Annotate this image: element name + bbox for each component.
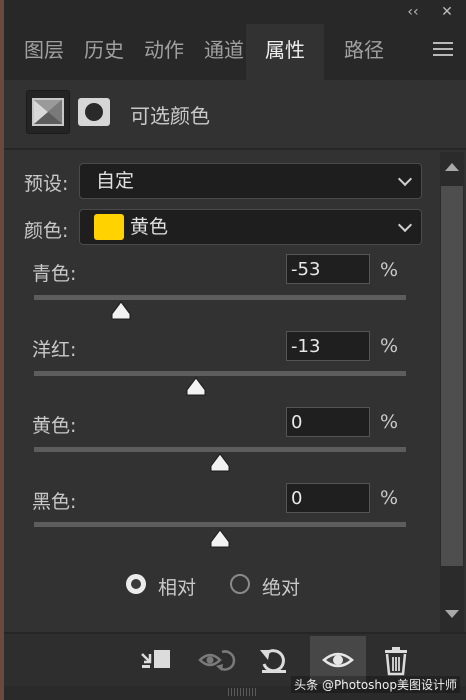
absolute-radio[interactable]: [230, 574, 250, 594]
header-divider: [4, 148, 466, 150]
magenta-label: 洋红:: [32, 339, 77, 361]
magenta-input[interactable]: -13: [286, 331, 370, 361]
percent-sign: %: [380, 487, 399, 509]
yellow-input[interactable]: 0: [286, 407, 370, 437]
collapse-icon[interactable]: ‹‹: [402, 0, 424, 24]
yellow-slider-track[interactable]: [34, 447, 406, 452]
close-icon[interactable]: ✕: [436, 0, 458, 24]
tab-channels[interactable]: 通道: [196, 24, 252, 80]
chevron-down-icon: [397, 217, 413, 233]
color-select[interactable]: 黄色: [79, 209, 422, 245]
scroll-up-icon[interactable]: [445, 163, 459, 171]
black-label: 黑色:: [32, 491, 77, 513]
watermark: 头条 @Photoshop美图设计师: [291, 676, 460, 693]
yellow-slider-knob[interactable]: [210, 453, 230, 473]
preset-select[interactable]: 自定: [79, 163, 422, 199]
tab-properties[interactable]: 属性: [246, 24, 324, 80]
cyan-slider-track[interactable]: [34, 295, 406, 300]
percent-sign: %: [380, 335, 399, 357]
resize-grip[interactable]: [228, 688, 258, 696]
panel-topbar: [4, 0, 466, 24]
color-label: 颜色:: [24, 220, 69, 242]
percent-sign: %: [380, 259, 399, 281]
black-slider-knob[interactable]: [210, 529, 230, 549]
relative-label: 相对: [158, 577, 197, 599]
cyan-label: 青色:: [32, 263, 77, 285]
scroll-down-icon[interactable]: [445, 610, 459, 618]
relative-radio[interactable]: [126, 574, 146, 594]
scrollbar-thumb[interactable]: [441, 186, 463, 566]
adjustment-title: 可选颜色: [130, 104, 210, 128]
absolute-label: 绝对: [262, 577, 301, 599]
magenta-slider-knob[interactable]: [186, 377, 206, 397]
view-previous-state-icon[interactable]: [196, 638, 236, 682]
tab-paths[interactable]: 路径: [336, 24, 392, 80]
black-slider-track[interactable]: [34, 522, 406, 527]
cyan-slider-knob[interactable]: [111, 301, 131, 321]
tab-history[interactable]: 历史: [76, 24, 132, 80]
properties-header: [4, 80, 466, 148]
preset-value: 自定: [96, 170, 135, 192]
cyan-input[interactable]: -53: [286, 254, 370, 284]
reset-icon[interactable]: [254, 638, 294, 682]
yellow-label: 黄色:: [32, 415, 77, 437]
panel-menu-icon[interactable]: [432, 40, 454, 58]
magenta-slider-track[interactable]: [34, 371, 406, 376]
color-value: 黄色: [130, 216, 169, 238]
preset-label: 预设:: [24, 173, 69, 195]
black-input[interactable]: 0: [286, 483, 370, 513]
tab-actions[interactable]: 动作: [136, 24, 192, 80]
mask-icon[interactable]: [78, 98, 110, 126]
adjustment-icon[interactable]: [26, 90, 70, 134]
color-swatch: [94, 214, 124, 240]
chevron-down-icon: [397, 171, 413, 187]
percent-sign: %: [380, 411, 399, 433]
tab-layers[interactable]: 图层: [16, 24, 72, 80]
clip-to-layer-icon[interactable]: [136, 638, 176, 682]
